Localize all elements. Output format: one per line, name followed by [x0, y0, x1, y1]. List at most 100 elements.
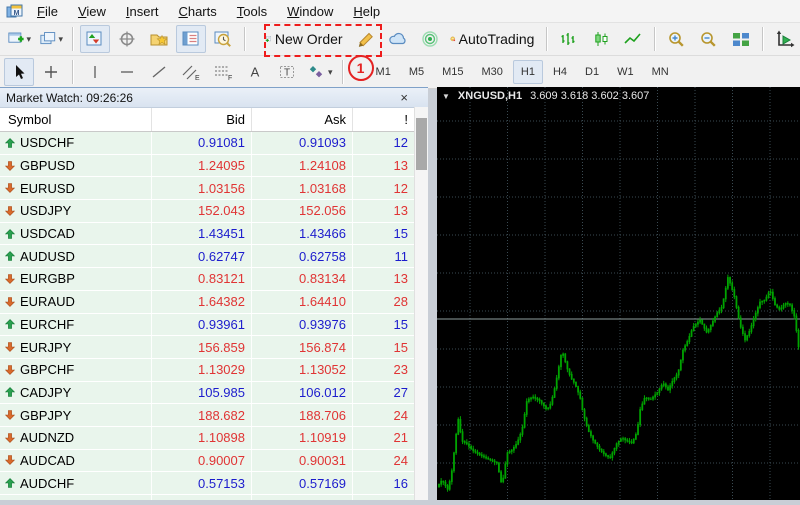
- arrow-down-icon: [5, 274, 15, 284]
- timeframe-w1[interactable]: W1: [609, 60, 642, 84]
- arrows-tool-button[interactable]: ▾: [304, 58, 336, 86]
- chevron-down-icon[interactable]: ▾: [328, 67, 333, 78]
- market-watch-panel: Market Watch: 09:26:26 × Symbol Bid Ask …: [0, 87, 428, 500]
- tile-windows-button[interactable]: [726, 25, 756, 53]
- svg-text:T: T: [284, 68, 290, 79]
- column-bid[interactable]: Bid: [152, 108, 252, 131]
- tile-windows-icon: [733, 33, 750, 46]
- chevron-down-icon[interactable]: ▾: [26, 34, 31, 45]
- menu-view[interactable]: View: [68, 2, 116, 21]
- market-watch-toggle-button[interactable]: [79, 25, 110, 53]
- equidistant-channel-tool-button[interactable]: E: [176, 58, 206, 86]
- market-watch-row-gbpchf[interactable]: GBPCHF 1.13029 1.13052 23: [0, 358, 428, 382]
- market-watch-row-eurjpy[interactable]: EURJPY 156.859 156.874 15: [0, 336, 428, 359]
- timeframe-h4[interactable]: H4: [545, 60, 575, 84]
- close-icon[interactable]: ×: [400, 91, 408, 104]
- market-watch-row-gbpusd[interactable]: GBPUSD 1.24095 1.24108 13: [0, 154, 428, 178]
- menu-help[interactable]: Help: [343, 2, 390, 21]
- market-watch-row-cadjpy[interactable]: CADJPY 105.985 106.012 27: [0, 381, 428, 405]
- standard-toolbar: ▾ ▾ New Order AutoTrading: [0, 23, 800, 56]
- vertical-line-icon: [94, 66, 96, 78]
- timeframe-d1[interactable]: D1: [577, 60, 607, 84]
- market-watch-row-eurgbp[interactable]: EURGBP 0.83121 0.83134 13: [0, 268, 428, 291]
- menu-charts[interactable]: Charts: [168, 2, 226, 21]
- market-watch-row-audusd[interactable]: AUDUSD 0.62747 0.62758 11: [0, 245, 428, 269]
- horizontal-line-tool-button[interactable]: [112, 58, 142, 86]
- bid-cell: 95.409: [152, 495, 252, 500]
- scrollbar-thumb[interactable]: [416, 118, 427, 170]
- timeframe-m1[interactable]: M1: [368, 60, 399, 84]
- market-watch-row-audnzd[interactable]: AUDNZD 1.10898 1.10919 21: [0, 426, 428, 450]
- vertical-line-tool-button[interactable]: [80, 58, 110, 86]
- tester-clock-icon: [214, 31, 231, 47]
- text-label-tool-button[interactable]: T: [272, 58, 302, 86]
- column-symbol[interactable]: Symbol: [0, 108, 152, 131]
- text-tool-button[interactable]: A: [240, 58, 270, 86]
- timeframe-m30[interactable]: M30: [474, 60, 511, 84]
- timeframe-h1[interactable]: H1: [512, 60, 543, 84]
- menu-tools[interactable]: Tools: [227, 2, 277, 21]
- candlestick-chart[interactable]: [437, 87, 800, 500]
- signals-button[interactable]: [415, 25, 445, 53]
- channel-icon: E: [182, 65, 200, 81]
- new-chart-button[interactable]: ▾: [4, 25, 34, 53]
- timeframe-m5[interactable]: M5: [401, 60, 432, 84]
- chart-header: ▼ XNGUSD,H1 3.609 3.618 3.602 3.607: [442, 90, 649, 102]
- terminal-toggle-button[interactable]: [175, 25, 206, 53]
- market-watch-row-audjpy[interactable]: AUDJPY95.40995.42617: [0, 495, 428, 500]
- market-watch-row-usdchf[interactable]: USDCHF 0.91081 0.91093 12: [0, 132, 428, 155]
- market-watch-row-eurusd[interactable]: EURUSD 1.03156 1.03168 12: [0, 177, 428, 201]
- line-chart-icon: [624, 33, 641, 44]
- collapse-triangle-icon[interactable]: ▼: [442, 92, 450, 101]
- data-window-button[interactable]: [112, 25, 142, 53]
- tester-panel-button[interactable]: [770, 25, 800, 53]
- market-watch-row-euraud[interactable]: EURAUD 1.64382 1.64410 28: [0, 290, 428, 314]
- market-watch-row-eurchf[interactable]: EURCHF 0.93961 0.93976 15: [0, 313, 428, 337]
- candlestick-chart-button[interactable]: [586, 25, 616, 53]
- market-watch-row-audcad[interactable]: AUDCAD 0.90007 0.90031 24: [0, 449, 428, 473]
- column-ask[interactable]: Ask: [252, 108, 353, 131]
- navigator-button[interactable]: [144, 25, 174, 53]
- new-order-button[interactable]: New Order: [262, 25, 349, 53]
- arrow-up-icon: [5, 387, 15, 398]
- arrow-down-icon: [5, 183, 15, 194]
- spread-cell: 24: [393, 407, 408, 423]
- autotrading-button[interactable]: AutoTrading: [447, 25, 541, 53]
- bid-cell: 1.43451: [152, 222, 252, 245]
- strategy-tester-button[interactable]: [208, 25, 238, 53]
- column-spread[interactable]: !: [353, 108, 414, 131]
- bar-chart-button[interactable]: [554, 25, 584, 53]
- menu-insert[interactable]: Insert: [116, 2, 169, 21]
- zoom-in-button[interactable]: [662, 25, 692, 53]
- zoom-out-button[interactable]: [694, 25, 724, 53]
- timeframe-mn[interactable]: MN: [644, 60, 677, 84]
- chevron-down-icon[interactable]: ▾: [58, 34, 63, 45]
- line-chart-button[interactable]: [618, 25, 648, 53]
- new-order-label: New Order: [274, 31, 343, 47]
- market-watch-row-usdjpy[interactable]: USDJPY 152.043 152.056 13: [0, 200, 428, 223]
- profiles-button[interactable]: ▾: [36, 25, 66, 53]
- chart-window[interactable]: ▼ XNGUSD,H1 3.609 3.618 3.602 3.607: [437, 87, 800, 500]
- app-logo-icon: M: [6, 3, 23, 20]
- spread-cell: 13: [393, 158, 408, 174]
- symbol-cell: USDCHF: [0, 132, 152, 154]
- arrow-down-icon: [5, 455, 15, 466]
- timeframe-m15[interactable]: M15: [434, 60, 471, 84]
- ask-cell: 152.056: [252, 200, 353, 222]
- spread-cell: 13: [393, 203, 408, 219]
- trendline-tool-button[interactable]: [144, 58, 174, 86]
- metaeditor-button[interactable]: [351, 25, 381, 53]
- bid-cell: 156.859: [152, 336, 252, 358]
- cursor-tool-button[interactable]: [4, 58, 34, 86]
- market-watch-row-gbpjpy[interactable]: GBPJPY 188.682 188.706 24: [0, 404, 428, 427]
- menu-window[interactable]: Window: [277, 2, 343, 21]
- market-watch-row-usdcad[interactable]: USDCAD 1.43451 1.43466 15: [0, 222, 428, 246]
- fibonacci-tool-button[interactable]: F: [208, 58, 238, 86]
- menu-file[interactable]: File: [27, 2, 68, 21]
- crosshair-tool-button[interactable]: [36, 58, 66, 86]
- market-watch-row-audchf[interactable]: AUDCHF 0.57153 0.57169 16: [0, 472, 428, 495]
- market-watch-scrollbar[interactable]: [414, 107, 428, 500]
- cloud-button[interactable]: [383, 25, 413, 53]
- svg-text:F: F: [228, 75, 232, 81]
- arrow-up-icon: [5, 137, 15, 148]
